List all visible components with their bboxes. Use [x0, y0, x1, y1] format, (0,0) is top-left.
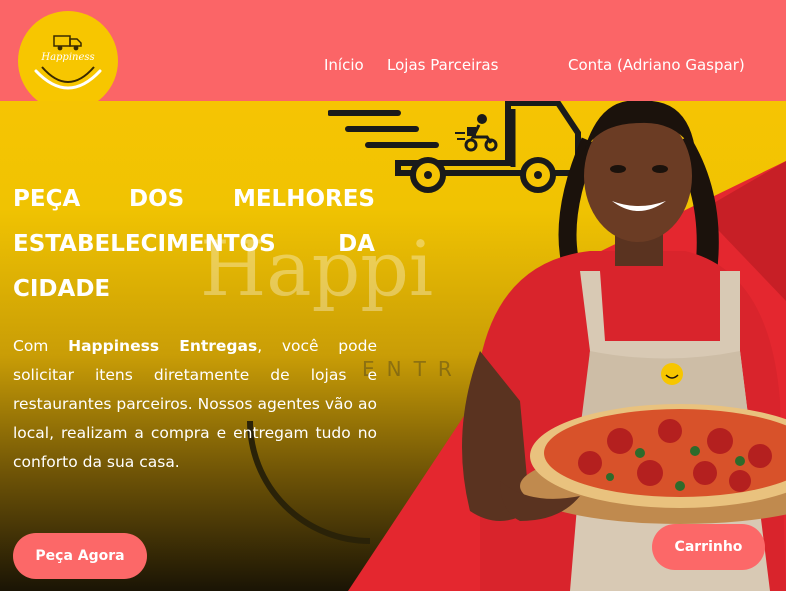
- cart-button[interactable]: Carrinho: [652, 524, 765, 570]
- order-now-button[interactable]: Peça Agora: [13, 533, 147, 579]
- nav-partner-stores-link[interactable]: Lojas Parceiras: [387, 56, 498, 74]
- header-bar: Happiness Início Lojas Parceiras Conta (…: [0, 0, 786, 111]
- description-prefix: Com: [13, 337, 69, 355]
- description-brand: Happiness Entregas: [68, 337, 258, 355]
- woman-with-pizza-image: [462, 101, 786, 591]
- hero-description: Com Happiness Entregas, você pode solici…: [13, 332, 377, 477]
- hero-headline: PEÇA DOS MELHORES ESTABELECIMENTOS DA CI…: [13, 186, 375, 302]
- smile-logo-icon: [34, 66, 102, 90]
- happiness-logo[interactable]: Happiness: [18, 11, 118, 111]
- nav-home-link[interactable]: Início: [324, 56, 364, 74]
- logo-truck-icon: [53, 35, 82, 51]
- hero-section: Happi ENTR PEÇA DOS MELHORES ESTABELECIM…: [0, 101, 786, 591]
- description-suffix: , você pode solicitar itens diretamente …: [13, 337, 377, 471]
- nav-account-link[interactable]: Conta (Adriano Gaspar): [568, 56, 745, 74]
